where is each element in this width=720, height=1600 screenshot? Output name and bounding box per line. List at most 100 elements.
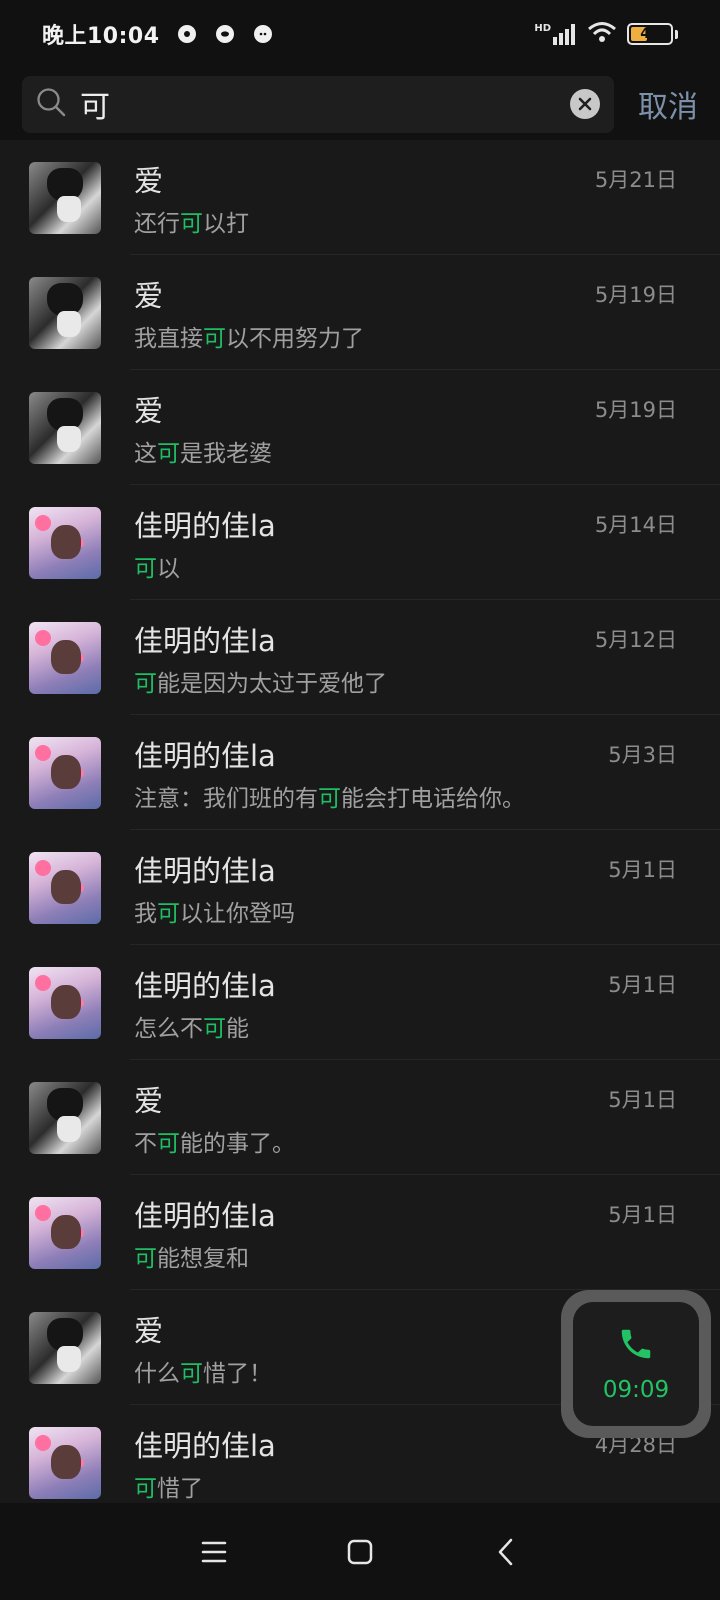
message-snippet: 怎么不可能: [134, 1009, 249, 1043]
contact-name: 爱: [134, 164, 164, 198]
network-type-label: HD: [534, 23, 551, 34]
message-date: 5月1日: [608, 973, 677, 997]
snippet-post: 能的事了。: [180, 1131, 295, 1157]
avatar: [29, 1427, 101, 1499]
snippet-highlight: 可: [157, 901, 180, 927]
snippet-pre: 怎么不: [134, 1016, 203, 1042]
status-time: 晚上10:04: [42, 24, 160, 49]
snippet-post: 以不用努力了: [226, 326, 364, 352]
result-row[interactable]: 佳明的佳la 注意：我们班的有可能会打电话给你。 5月3日: [0, 715, 720, 830]
call-duration: 09:09: [602, 1377, 670, 1403]
message-snippet: 可能想复和: [134, 1239, 249, 1273]
message-snippet: 可惜了: [134, 1469, 203, 1503]
message-date: 5月1日: [608, 1088, 677, 1112]
avatar: [29, 622, 101, 694]
contact-name: 佳明的佳la: [134, 1429, 276, 1463]
snippet-post: 是我老婆: [180, 441, 272, 467]
message-date: 5月3日: [608, 743, 677, 767]
message-date: 5月12日: [594, 628, 677, 652]
snippet-highlight: 可: [134, 1476, 157, 1502]
battery-icon: 43: [627, 23, 673, 45]
message-date: 5月19日: [594, 283, 677, 307]
snippet-highlight: 可: [157, 441, 180, 467]
snippet-pre: 这: [134, 441, 157, 467]
close-icon: [578, 97, 592, 111]
home-button[interactable]: [330, 1522, 390, 1582]
result-row[interactable]: 爱这可是我老婆 5月19日: [0, 370, 720, 485]
avatar: [29, 1312, 101, 1384]
message-snippet: 不可能的事了。: [134, 1124, 295, 1158]
result-row[interactable]: 佳明的佳la 怎么不可能 5月1日: [0, 945, 720, 1060]
recent-apps-button[interactable]: [184, 1522, 244, 1582]
result-row[interactable]: 佳明的佳la 可以 5月14日: [0, 485, 720, 600]
avatar: [29, 392, 101, 464]
snippet-highlight: 可: [203, 326, 226, 352]
snippet-highlight: 可: [157, 1131, 180, 1157]
contact-name: 佳明的佳la: [134, 854, 276, 888]
search-icon: [36, 87, 66, 121]
app-notification-icon: [177, 25, 196, 43]
message-notification-icon: [215, 25, 234, 43]
result-row[interactable]: 爱我直接可以不用努力了 5月19日: [0, 255, 720, 370]
snippet-post: 惜了！: [203, 1361, 272, 1387]
message-date: 5月14日: [594, 513, 677, 537]
battery-level: 43: [640, 26, 660, 42]
snippet-highlight: 可: [318, 786, 341, 812]
snippet-highlight: 可: [180, 1361, 203, 1387]
message-snippet: 我可以让你登吗: [134, 894, 295, 928]
phone-icon: [617, 1325, 655, 1367]
message-date: 5月21日: [594, 168, 677, 192]
result-row[interactable]: 爱不可能的事了。 5月1日: [0, 1060, 720, 1175]
cancel-button[interactable]: 取消: [638, 82, 698, 126]
message-snippet: 还行可以打: [134, 204, 249, 238]
contact-name: 爱: [134, 1314, 164, 1348]
snippet-post: 能: [226, 1016, 249, 1042]
snippet-pre: 我: [134, 901, 157, 927]
floating-call-window[interactable]: 09:09: [561, 1290, 711, 1438]
snippet-post: 惜了: [157, 1476, 203, 1502]
result-row[interactable]: 佳明的佳la 可能是因为太过于爱他了 5月12日: [0, 600, 720, 715]
snippet-post: 能想复和: [157, 1246, 249, 1272]
contact-name: 爱: [134, 394, 164, 428]
message-snippet: 什么可惜了！: [134, 1354, 272, 1388]
snippet-post: 能会打电话给你。: [341, 786, 525, 812]
contact-name: 爱: [134, 279, 164, 313]
navigation-bar: [0, 1503, 720, 1600]
snippet-pre: 注意：我们班的有: [134, 786, 318, 812]
message-date: 5月1日: [608, 1203, 677, 1227]
snippet-post: 以: [157, 556, 180, 582]
contact-name: 佳明的佳la: [134, 1199, 276, 1233]
result-row[interactable]: 佳明的佳la 可能想复和 5月1日: [0, 1175, 720, 1290]
message-snippet: 这可是我老婆: [134, 434, 272, 468]
snippet-highlight: 可: [134, 556, 157, 582]
message-snippet: 可以: [134, 549, 180, 583]
snippet-highlight: 可: [203, 1016, 226, 1042]
snippet-pre: 什么: [134, 1361, 180, 1387]
snippet-pre: 我直接: [134, 326, 203, 352]
contact-name: 佳明的佳la: [134, 969, 276, 1003]
search-input[interactable]: 可: [22, 75, 614, 133]
contact-name: 佳明的佳la: [134, 739, 276, 773]
snippet-post: 以让你登吗: [180, 901, 295, 927]
chat-notification-icon: [253, 25, 272, 43]
message-snippet: 注意：我们班的有可能会打电话给你。: [134, 779, 525, 813]
wifi-icon: [587, 21, 617, 47]
signal-icon: HD: [534, 23, 577, 45]
result-row[interactable]: 爱还行可以打 5月21日: [0, 140, 720, 255]
search-query-text[interactable]: 可: [80, 82, 570, 126]
avatar: [29, 277, 101, 349]
notification-icons: [177, 25, 272, 43]
message-snippet: 我直接可以不用努力了: [134, 319, 364, 353]
snippet-pre: 还行: [134, 211, 180, 237]
message-date: 5月19日: [594, 398, 677, 422]
floating-call-inner[interactable]: 09:09: [573, 1302, 699, 1426]
home-square-icon: [347, 1539, 373, 1564]
avatar: [29, 967, 101, 1039]
contact-name: 佳明的佳la: [134, 509, 276, 543]
search-header: 可 取消: [0, 68, 720, 140]
status-bar: 晚上10:04 HD 43: [0, 0, 720, 68]
back-button[interactable]: [476, 1522, 536, 1582]
snippet-highlight: 可: [134, 671, 157, 697]
clear-search-button[interactable]: [570, 89, 600, 119]
result-row[interactable]: 佳明的佳la 我可以让你登吗 5月1日: [0, 830, 720, 945]
